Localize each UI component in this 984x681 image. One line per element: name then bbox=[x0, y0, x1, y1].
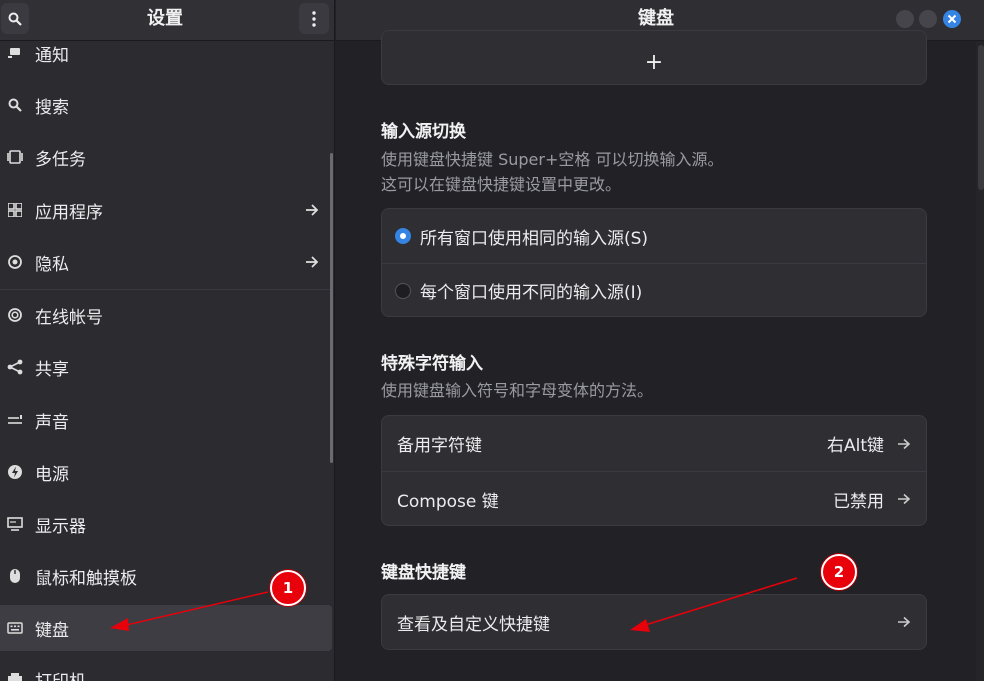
sidebar-item-printers[interactable]: 打印机 bbox=[0, 653, 332, 681]
sidebar-item-sharing[interactable]: 共享 bbox=[0, 341, 332, 393]
sidebar-item-label: 通知 bbox=[35, 45, 69, 66]
sidebar-item-label: 鼠标和触摸板 bbox=[35, 568, 137, 589]
input-switch-desc: 这可以在键盘快捷键设置中更改。 bbox=[381, 175, 622, 194]
sidebar-item-label: 显示器 bbox=[35, 516, 86, 537]
kebab-menu-icon bbox=[312, 10, 316, 27]
sidebar-item-label: 键盘 bbox=[35, 620, 69, 641]
sidebar-item-sound[interactable]: 声音 bbox=[0, 394, 332, 446]
arrow-right-icon bbox=[898, 438, 911, 449]
special-chars-title: 特殊字符输入 bbox=[381, 354, 483, 374]
sidebar-item-label: 声音 bbox=[35, 412, 69, 433]
sidebar-item-keyboard[interactable]: 键盘 bbox=[0, 605, 332, 651]
main-scrollbar-thumb[interactable] bbox=[978, 45, 984, 190]
view-customize-shortcuts-row[interactable]: 查看及自定义快捷键 bbox=[382, 595, 926, 649]
input-switch-title: 输入源切换 bbox=[381, 122, 466, 142]
row-value: 右Alt键 bbox=[826, 436, 884, 456]
sidebar-item-label: 共享 bbox=[35, 359, 69, 380]
add-input-source-button[interactable]: + bbox=[382, 42, 926, 84]
arrow-right-icon bbox=[898, 493, 911, 505]
radio-button-checked[interactable] bbox=[395, 228, 411, 244]
sidebar-item-power[interactable]: 电源 bbox=[0, 446, 332, 498]
annotation-badge-2: 2 bbox=[821, 554, 857, 590]
sidebar-item-online-accounts[interactable]: 在线帐号 bbox=[0, 289, 332, 341]
annotation-badge-1: 1 bbox=[270, 570, 306, 606]
add-icon: + bbox=[644, 50, 664, 75]
notification-icon bbox=[7, 45, 23, 61]
sidebar-scrollbar[interactable] bbox=[330, 153, 333, 463]
input-sources-card: + bbox=[381, 30, 927, 85]
sidebar-item-label: 电源 bbox=[35, 464, 69, 485]
share-icon bbox=[7, 359, 23, 375]
arrow-right-icon bbox=[306, 256, 319, 268]
row-label: Compose 键 bbox=[397, 491, 499, 512]
shortcuts-card: 查看及自定义快捷键 bbox=[381, 594, 927, 650]
display-icon bbox=[7, 516, 23, 532]
sidebar-item-label: 打印机 bbox=[35, 667, 86, 681]
close-button[interactable] bbox=[943, 10, 961, 28]
minimize-button[interactable] bbox=[896, 10, 914, 28]
radio-label: 每个窗口使用不同的输入源(I) bbox=[420, 283, 643, 303]
row-value: 已禁用 bbox=[833, 491, 884, 512]
sidebar-item-label: 在线帐号 bbox=[35, 307, 103, 328]
radio-same-source[interactable]: 所有窗口使用相同的输入源(S) bbox=[382, 209, 926, 263]
power-icon bbox=[7, 464, 23, 480]
radio-different-source[interactable]: 每个窗口使用不同的输入源(I) bbox=[382, 264, 926, 316]
row-label: 查看及自定义快捷键 bbox=[397, 614, 550, 635]
special-chars-desc: 使用键盘输入符号和字母变体的方法。 bbox=[381, 381, 654, 400]
alternate-chars-key-row[interactable]: 备用字符键 右Alt键 bbox=[382, 416, 926, 471]
special-chars-card: 备用字符键 右Alt键 Compose 键 已禁用 bbox=[381, 415, 927, 526]
mouse-icon bbox=[7, 568, 23, 584]
sidebar-item-privacy[interactable]: 隐私 bbox=[0, 236, 332, 288]
sidebar-item-label: 搜索 bbox=[35, 97, 69, 118]
input-switch-card: 所有窗口使用相同的输入源(S) 每个窗口使用不同的输入源(I) bbox=[381, 208, 927, 317]
input-switch-desc: 使用键盘快捷键 Super+空格 可以切换输入源。 bbox=[381, 150, 724, 169]
privacy-icon bbox=[7, 254, 23, 270]
sidebar-item-label: 隐私 bbox=[35, 254, 69, 275]
keyboard-icon bbox=[7, 620, 23, 636]
radio-button-unchecked[interactable] bbox=[395, 282, 411, 299]
multitasking-icon bbox=[7, 149, 23, 165]
search-icon bbox=[7, 97, 23, 113]
sidebar-item-apps[interactable]: 应用程序 bbox=[0, 184, 332, 236]
sound-icon bbox=[7, 412, 23, 428]
arrow-right-icon bbox=[898, 616, 911, 628]
sidebar-item-label: 多任务 bbox=[35, 149, 86, 170]
maximize-button[interactable] bbox=[919, 10, 937, 28]
sidebar-item-displays[interactable]: 显示器 bbox=[0, 498, 332, 550]
compose-key-row[interactable]: Compose 键 已禁用 bbox=[382, 472, 926, 525]
row-label: 备用字符键 bbox=[397, 436, 482, 456]
arrow-right-icon bbox=[306, 204, 319, 216]
printer-icon bbox=[7, 671, 23, 681]
online-accounts-icon bbox=[7, 307, 23, 323]
radio-label: 所有窗口使用相同的输入源(S) bbox=[420, 228, 649, 249]
sidebar-item-notifications[interactable]: 通知 bbox=[0, 27, 332, 79]
close-icon bbox=[947, 14, 957, 24]
sidebar-item-search[interactable]: 搜索 bbox=[0, 79, 332, 131]
sidebar-item-multitasking[interactable]: 多任务 bbox=[0, 131, 332, 183]
shortcuts-title: 键盘快捷键 bbox=[381, 563, 466, 583]
apps-grid-icon bbox=[7, 202, 23, 218]
main-pane: 键盘 + 输入源切换 使用键盘快捷键 Super+空格 可以切换输入源。 这可以… bbox=[336, 0, 984, 681]
sidebar-item-label: 应用程序 bbox=[35, 202, 103, 223]
